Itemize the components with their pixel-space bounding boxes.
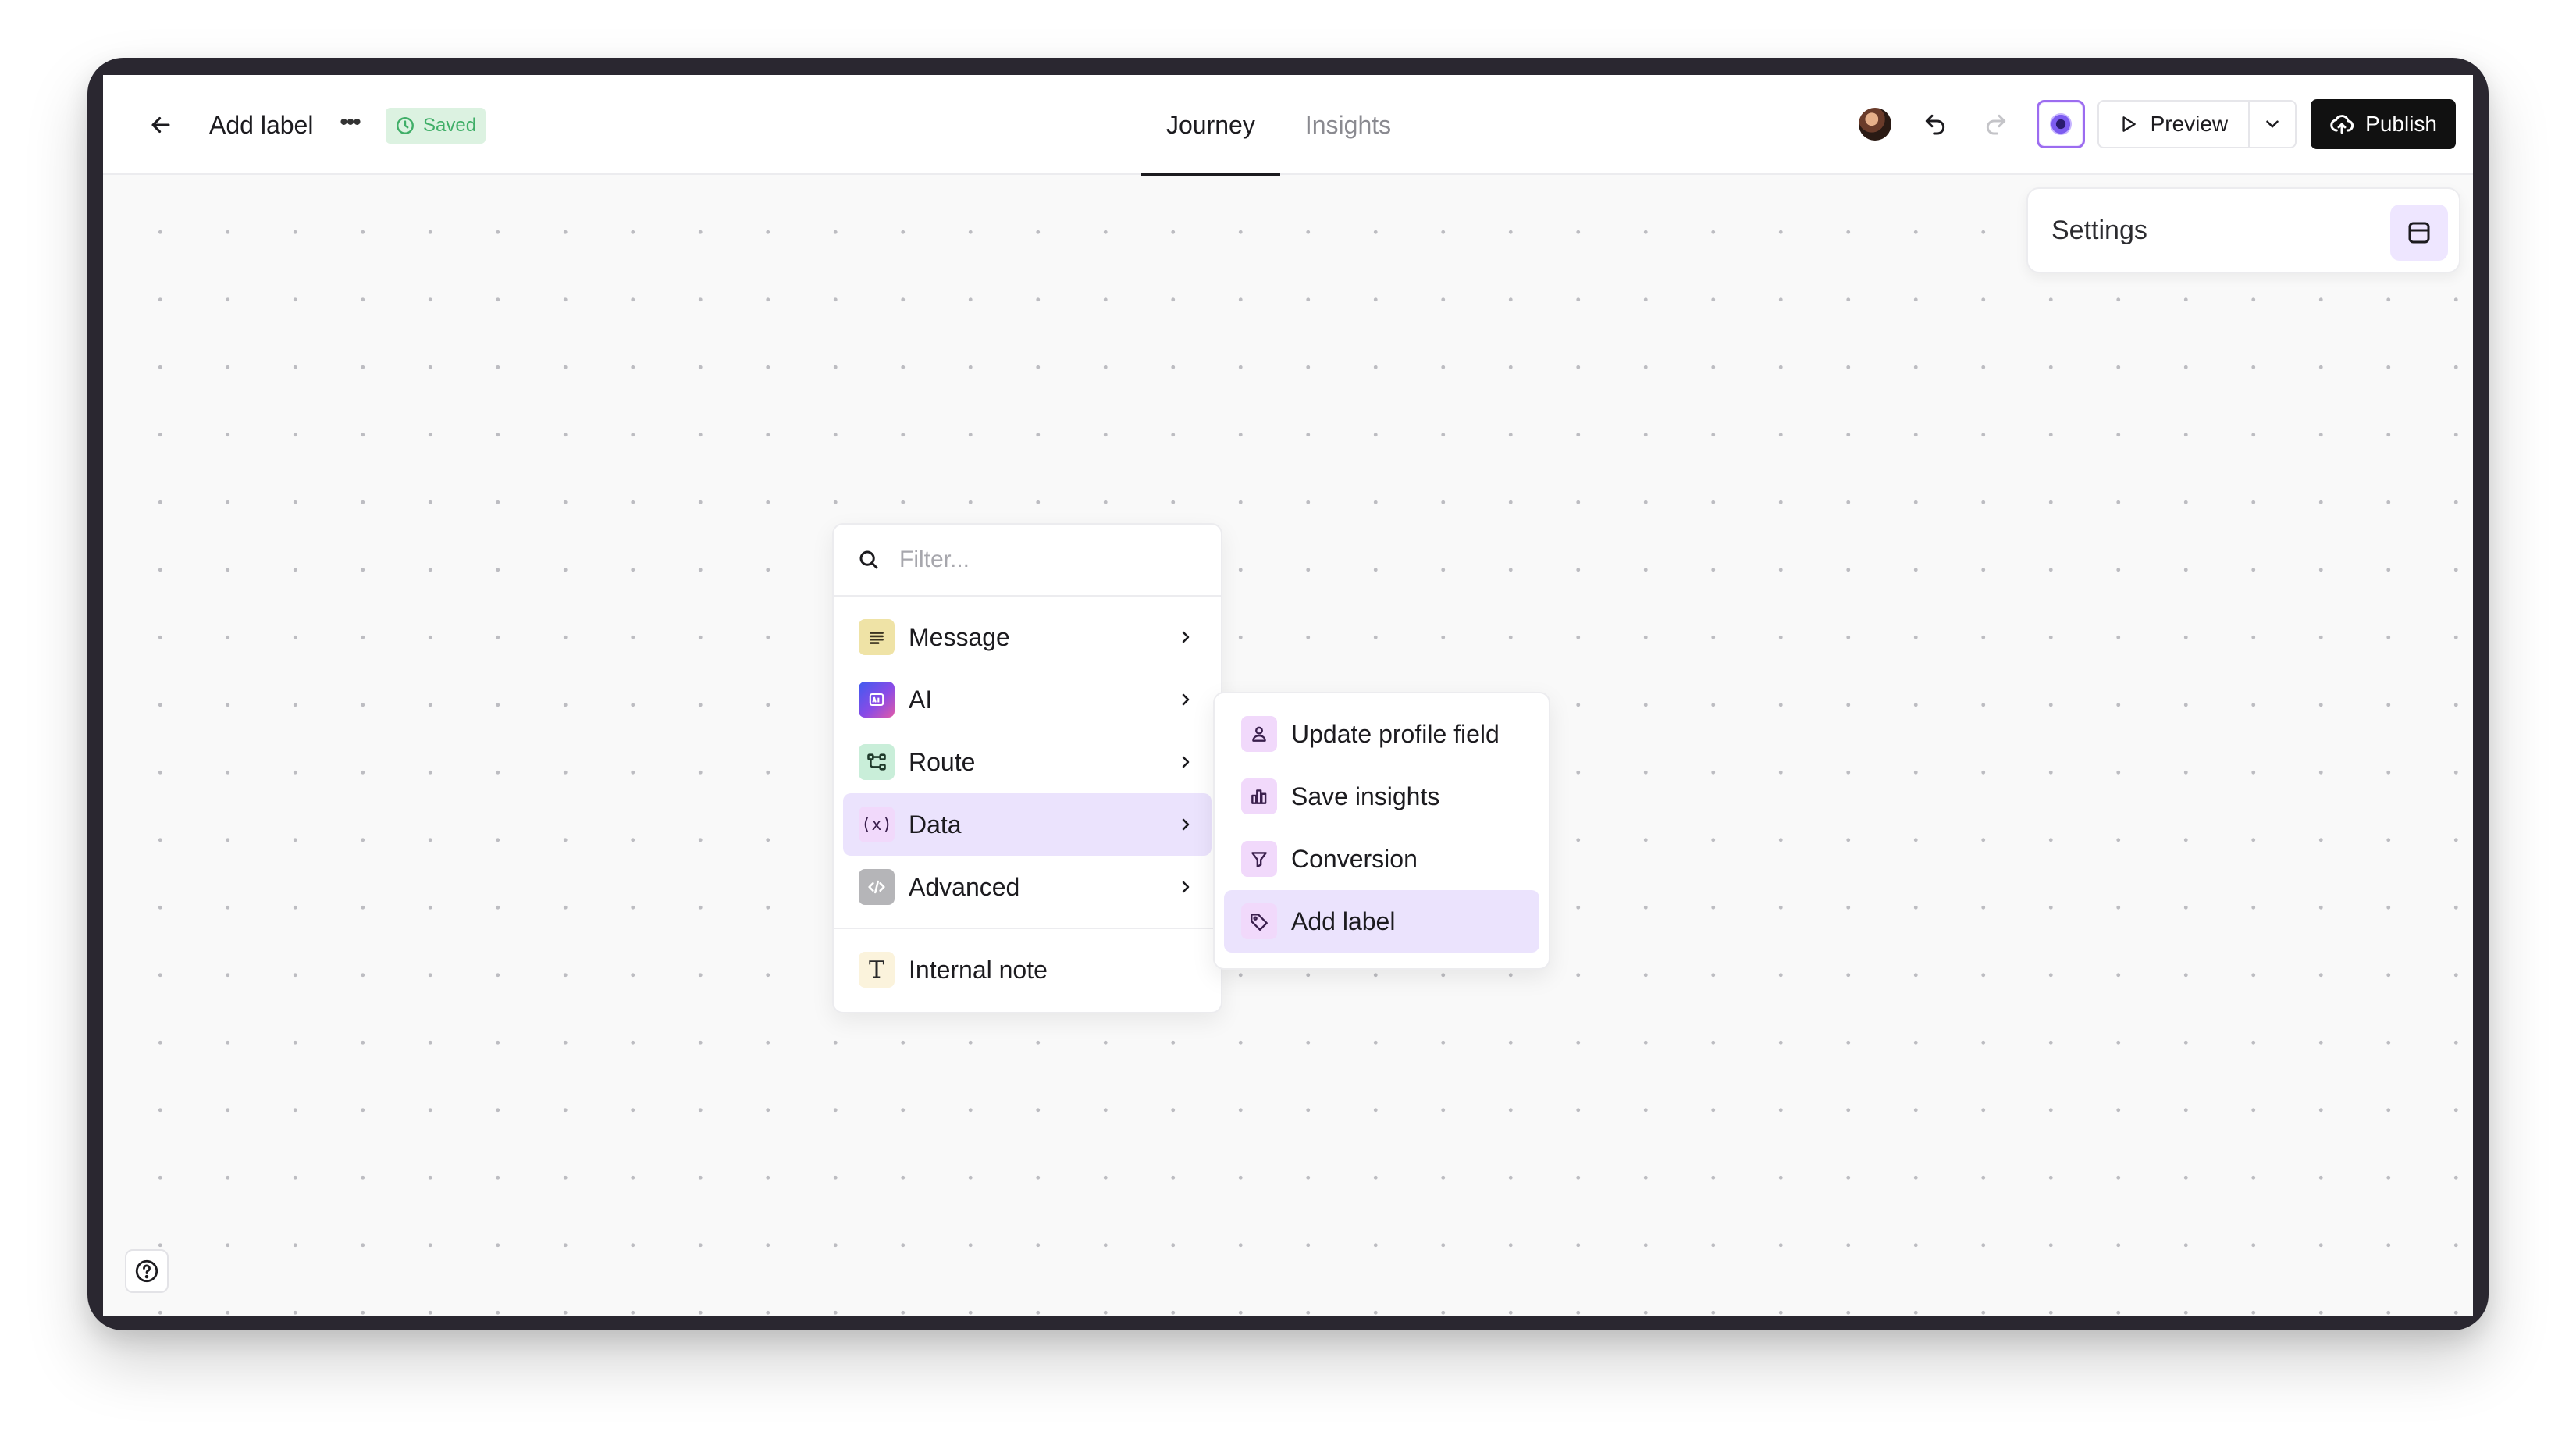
panel-icon xyxy=(2408,222,2430,244)
menu-item-data[interactable]: (x) Data xyxy=(843,793,1212,856)
filter-input[interactable] xyxy=(899,547,1196,573)
menu-item-label: Advanced xyxy=(909,872,1020,901)
ellipsis-icon: ••• xyxy=(340,109,361,135)
arrow-left-icon xyxy=(151,116,170,134)
menu-item-message[interactable]: Message xyxy=(843,606,1212,668)
menu-item-label: Data xyxy=(909,810,962,839)
menu-item-label: AI xyxy=(909,685,933,714)
preview-label: Preview xyxy=(2150,112,2229,136)
chevron-down-icon xyxy=(2266,120,2279,128)
undo-icon xyxy=(1925,114,1944,135)
search-icon xyxy=(859,550,878,569)
text-icon: T xyxy=(859,952,895,988)
view-tabs: Journey Insights xyxy=(1141,75,1416,176)
menu-item-label: Internal note xyxy=(909,955,1048,984)
menu-item-route[interactable]: Route xyxy=(843,731,1212,793)
publish-button[interactable]: Publish xyxy=(2311,99,2456,149)
menu-divider xyxy=(834,928,1221,929)
route-icon xyxy=(859,744,895,780)
record-button[interactable] xyxy=(2036,100,2085,148)
chevron-right-icon xyxy=(1174,815,1197,834)
submenu-item-label: Conversion xyxy=(1291,844,1418,873)
panel-toggle-button[interactable] xyxy=(2390,205,2448,261)
record-icon xyxy=(2049,113,2072,135)
more-options-button[interactable]: ••• xyxy=(334,109,365,141)
help-icon xyxy=(135,1259,158,1283)
submenu-item-label: Save insights xyxy=(1291,782,1440,810)
clock-check-icon xyxy=(397,117,414,134)
play-icon xyxy=(2122,116,2136,132)
submenu-item-conversion[interactable]: Conversion xyxy=(1224,828,1539,890)
settings-panel: Settings xyxy=(2026,187,2460,273)
preview-button[interactable]: Preview xyxy=(2099,102,2249,147)
tab-insights[interactable]: Insights xyxy=(1280,75,1416,175)
submenu-item-label: Add label xyxy=(1291,906,1396,935)
menu-list: Message AI Route (x) Data Advanced T Int… xyxy=(834,597,1221,1001)
redo-icon xyxy=(1986,114,2005,135)
top-bar: Add label ••• Saved Journey Insights Pre… xyxy=(103,75,2473,176)
chevron-right-icon xyxy=(1174,628,1197,646)
help-button[interactable] xyxy=(125,1249,169,1293)
add-step-menu: Message AI Route xyxy=(832,523,1222,1013)
back-button[interactable] xyxy=(144,108,178,142)
submenu-item-label: Update profile field xyxy=(1291,719,1500,748)
data-submenu: Update profile field Save insights Conve… xyxy=(1213,692,1550,970)
status-label: Saved xyxy=(423,115,477,136)
code-icon xyxy=(859,869,895,905)
menu-item-label: Route xyxy=(909,747,976,776)
tab-journey[interactable]: Journey xyxy=(1141,75,1280,176)
message-lines-icon xyxy=(859,619,895,655)
submenu-item-add-label[interactable]: Add label xyxy=(1224,890,1539,953)
variable-icon: (x) xyxy=(859,807,895,842)
chevron-right-icon xyxy=(1174,690,1197,709)
page-title[interactable]: Add label xyxy=(209,109,313,141)
preview-split-button: Preview xyxy=(2097,100,2297,148)
submenu-item-update-profile-field[interactable]: Update profile field xyxy=(1224,703,1539,765)
chevron-right-icon xyxy=(1174,878,1197,896)
tag-icon xyxy=(1241,903,1277,939)
menu-item-advanced[interactable]: Advanced xyxy=(843,856,1212,918)
undo-button[interactable] xyxy=(1915,104,1955,144)
menu-item-internal-note[interactable]: T Internal note xyxy=(843,938,1212,1001)
cloud-upload-icon xyxy=(2330,115,2354,134)
submenu-item-save-insights[interactable]: Save insights xyxy=(1224,765,1539,828)
chevron-right-icon xyxy=(1174,753,1197,771)
status-badge: Saved xyxy=(386,108,486,144)
menu-item-label: Message xyxy=(909,622,1010,651)
toolbar-actions: Preview Publish xyxy=(1858,98,2456,150)
publish-label: Publish xyxy=(2365,112,2437,136)
filter-row xyxy=(834,525,1221,597)
ai-icon xyxy=(859,682,895,718)
funnel-icon xyxy=(1241,841,1277,877)
avatar[interactable] xyxy=(1858,108,1891,141)
redo-button[interactable] xyxy=(1976,104,2016,144)
chart-icon xyxy=(1241,778,1277,814)
preview-dropdown-button[interactable] xyxy=(2248,102,2295,147)
app-screen: Add label ••• Saved Journey Insights Pre… xyxy=(103,75,2473,1316)
user-icon xyxy=(1241,716,1277,752)
device-frame: Add label ••• Saved Journey Insights Pre… xyxy=(87,58,2489,1330)
settings-title: Settings xyxy=(2051,215,2147,245)
menu-item-ai[interactable]: AI xyxy=(843,668,1212,731)
